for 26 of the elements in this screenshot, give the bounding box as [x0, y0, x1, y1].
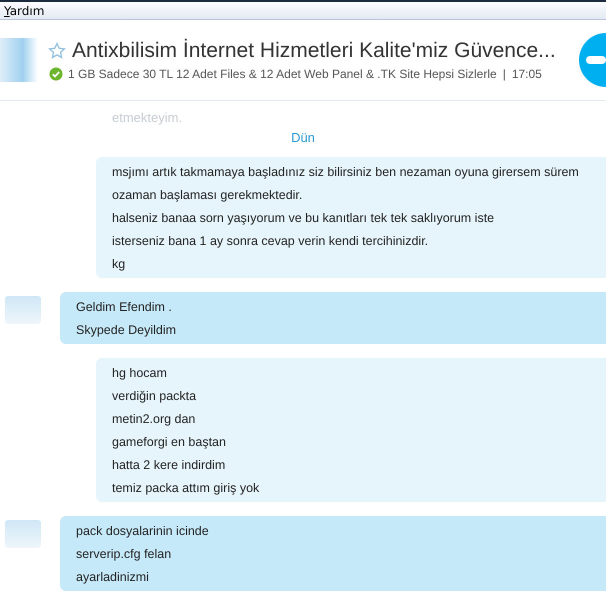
message-text: ayarladinizmi	[76, 569, 150, 586]
avatar-placeholder	[5, 520, 41, 548]
message-text: kg	[112, 256, 126, 273]
message-text: verdiğin packta	[112, 388, 198, 405]
message-text: temiz packa attım giriş yok	[112, 480, 260, 497]
avatar-placeholder	[5, 296, 41, 324]
message-text: gameforgi en baştan	[112, 434, 227, 451]
message-text: serverip.cfg felan	[76, 546, 172, 563]
message-text: isterseniz bana 1 ay sonra cevap verin kendi tercihinizdir.	[112, 233, 430, 250]
message-text: pack dosyalarinin icinde	[76, 523, 210, 540]
message-text: Skypede Deyildim	[76, 322, 178, 339]
star-icon[interactable]	[48, 42, 66, 60]
message-text: halseniz banaa sorn yaşıyorum ve bu kanıtları tek tek saklıyorum iste	[112, 210, 496, 227]
message-text: Geldim Efendim .	[76, 299, 173, 316]
message-text: msjımı artık takmamaya başladınız siz bilirsiniz ben nezaman oyuna girersem sürem ozaman başlaması gerekmektedir.	[112, 164, 580, 204]
message-text: hatta 2 kere indirdim	[112, 457, 226, 474]
separator: |	[502, 67, 507, 81]
menu-item[interactable]: Yardım	[4, 4, 44, 18]
message-text: hg hocam	[112, 365, 168, 382]
date-divider: Dün	[291, 130, 315, 145]
message-text: metin2.org dan	[112, 411, 196, 428]
contact-name: Antixbilisim İnternet Hizmetleri Kalite'miz Güvence...	[72, 39, 556, 63]
local-time: 17:05	[512, 67, 542, 81]
logo-placeholder	[0, 38, 38, 82]
message-text: etmekteyim.	[112, 109, 184, 127]
mood-message: 1 GB Sadece 30 TL 12 Adet Files & 12 Adet Web Panel & .TK Site Hepsi Sizlerle	[68, 67, 497, 81]
